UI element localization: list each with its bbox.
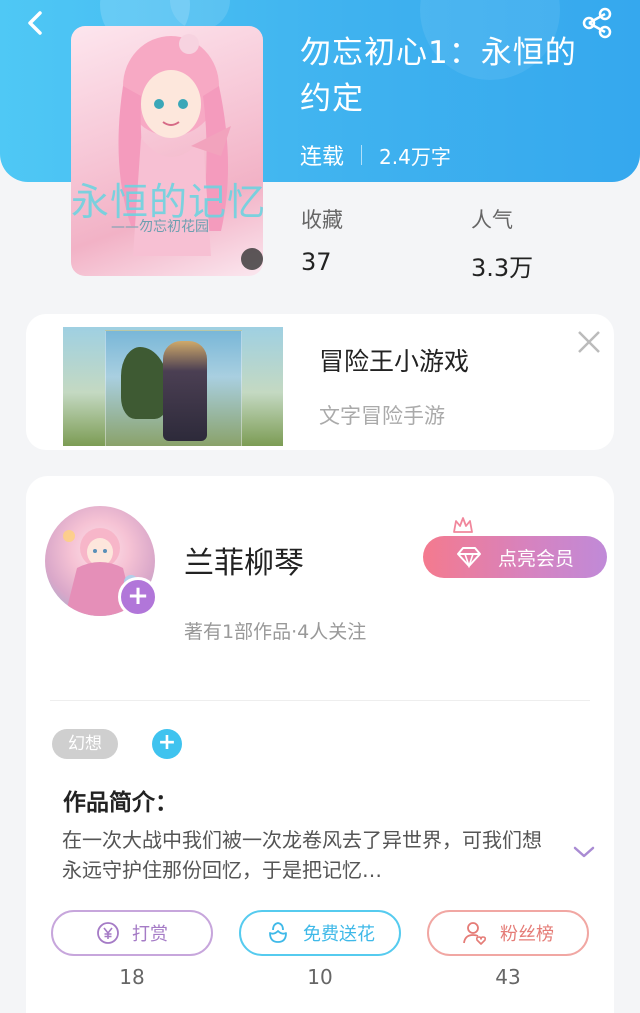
tip-button-label: 打赏 bbox=[132, 924, 168, 945]
send-flower-label: 免费送花 bbox=[303, 924, 375, 945]
close-icon bbox=[578, 331, 600, 353]
author-info: 著有1部作品·4人关注 bbox=[184, 621, 367, 643]
cover-badge-icon bbox=[241, 248, 263, 270]
chevron-down-icon bbox=[573, 846, 595, 858]
meta-divider bbox=[361, 145, 363, 165]
send-flower-button[interactable]: 免费送花 bbox=[239, 910, 401, 956]
stat-favorites: 收藏 37 bbox=[301, 204, 343, 276]
stat-value: 37 bbox=[301, 248, 332, 276]
ad-description: 文字冒险手游 bbox=[319, 404, 445, 428]
ad-close-button[interactable] bbox=[575, 328, 603, 356]
book-meta: 连载 2.4万字 bbox=[300, 140, 451, 171]
fans-ranking-icon bbox=[463, 922, 487, 945]
ad-image-warrior bbox=[163, 341, 207, 441]
tip-button[interactable]: 打赏 bbox=[51, 910, 213, 956]
flower-count: 10 bbox=[307, 965, 333, 989]
section-divider bbox=[50, 700, 590, 701]
chevron-left-icon bbox=[28, 11, 42, 35]
fans-count: 43 bbox=[495, 965, 521, 989]
intro-text[interactable]: 在一次大战中我们被一次龙卷风去了异世界，可我们想永远守护住那份回忆，于是把记忆… bbox=[62, 825, 552, 885]
expand-intro-button[interactable] bbox=[572, 842, 596, 862]
genre-tag[interactable]: 幻想 bbox=[52, 729, 118, 759]
fans-ranking-button[interactable]: 粉丝榜 bbox=[427, 910, 589, 956]
stat-popularity: 人气 3.3万 bbox=[471, 204, 533, 283]
cover-illustration bbox=[118, 34, 231, 256]
stat-label: 收藏 bbox=[301, 208, 343, 232]
ad-banner[interactable]: 冒险王小游戏 文字冒险手游 bbox=[26, 314, 614, 450]
activate-vip-button[interactable]: 点亮会员 bbox=[423, 536, 607, 578]
flower-icon bbox=[269, 922, 287, 943]
intro-title: 作品简介： bbox=[63, 790, 178, 816]
stat-value: 3.3万 bbox=[471, 254, 534, 282]
coin-icon bbox=[97, 922, 119, 944]
crown-icon bbox=[453, 517, 473, 533]
fans-ranking-label: 粉丝榜 bbox=[500, 924, 554, 945]
follow-author-button[interactable]: + bbox=[118, 577, 158, 617]
add-tag-button[interactable]: + bbox=[152, 729, 182, 759]
vip-button-label: 点亮会员 bbox=[497, 547, 574, 570]
book-cover-image[interactable]: 永恒的记忆 ——勿忘初花园 bbox=[71, 26, 263, 276]
book-detail-page: 永恒的记忆 ——勿忘初花园 勿忘初心1：永恒的约定 连载 2.4万字 收藏 37… bbox=[0, 0, 640, 1013]
ad-image[interactable] bbox=[63, 327, 283, 446]
diamond-icon bbox=[456, 547, 481, 568]
ad-title[interactable]: 冒险王小游戏 bbox=[319, 342, 469, 378]
book-title: 勿忘初心1：永恒的约定 bbox=[300, 35, 577, 117]
cover-subtitle-text: ——勿忘初花园 bbox=[111, 219, 209, 235]
stat-label: 人气 bbox=[471, 208, 513, 232]
tip-count: 18 bbox=[119, 965, 145, 989]
back-button[interactable] bbox=[22, 8, 52, 38]
author-name[interactable]: 兰菲柳琴 bbox=[184, 538, 304, 582]
serial-status: 连载 bbox=[300, 145, 345, 170]
word-count: 2.4万字 bbox=[379, 144, 451, 169]
